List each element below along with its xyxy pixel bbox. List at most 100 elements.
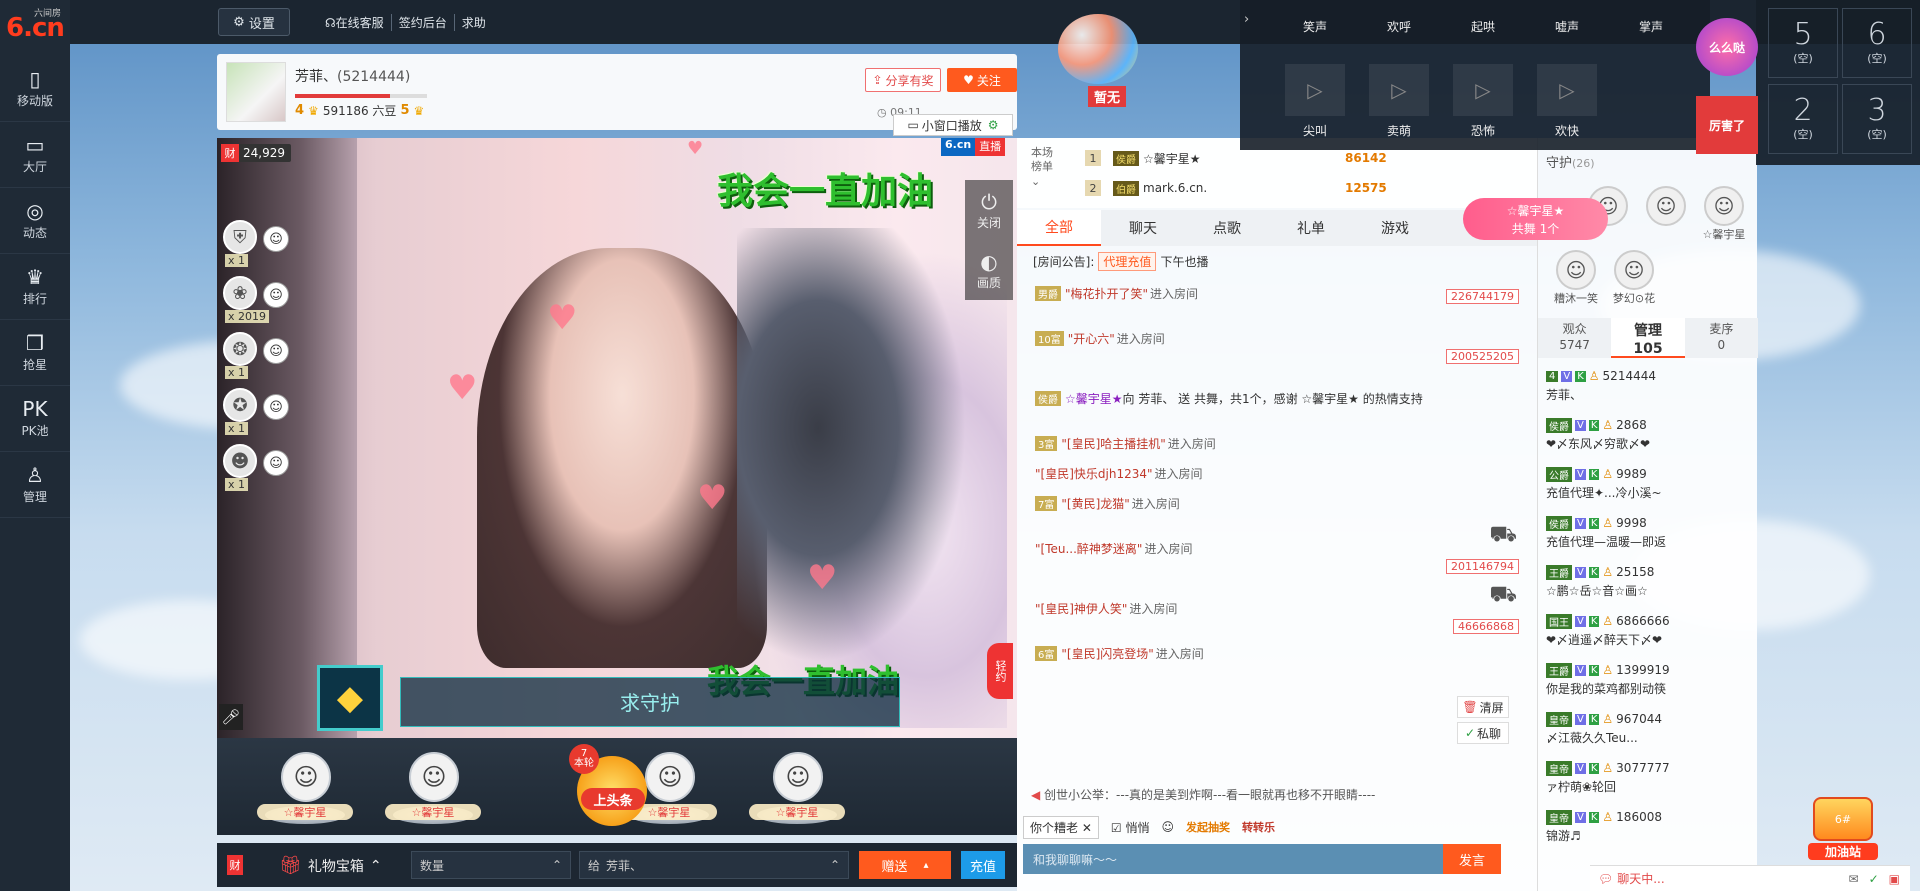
user-list-item[interactable]: 公爵 V K ♙ 9989 充值代理✦...冷小溪~ xyxy=(1546,464,1746,513)
message-uid[interactable]: 201146794 xyxy=(1446,559,1519,574)
message-uid[interactable]: 46666868 xyxy=(1453,619,1519,634)
user-tab-2[interactable]: 麦序 0 xyxy=(1685,318,1758,358)
sound-effect[interactable]: 起哄 xyxy=(1448,18,1518,35)
fuel-station[interactable]: 6# 加油站 xyxy=(1808,797,1878,861)
sticker-awesome[interactable]: 厉害了 xyxy=(1696,96,1758,154)
avatar[interactable]: ☺ xyxy=(263,338,289,364)
chat-message[interactable]: 7富 "[黄民]龙猫" 进入房间 xyxy=(1027,488,1527,518)
announce-tag[interactable]: 代理充值 xyxy=(1098,252,1157,271)
user-tab-0[interactable]: 观众 5747 xyxy=(1538,318,1611,358)
gift-rank-item[interactable]: ❂ x 1 ☺ xyxy=(217,328,297,384)
sound-effect[interactable]: ▷ 恐怖 xyxy=(1448,64,1518,139)
chat-tab-4[interactable]: 游戏 xyxy=(1353,210,1437,246)
message-uid[interactable]: 226744179 xyxy=(1446,289,1519,304)
chat-message[interactable]: "[皇民]快乐djh1234" 进入房间 xyxy=(1027,458,1527,488)
quantity-input[interactable]: 数量 ⌃ xyxy=(411,851,571,879)
microphone-icon[interactable]: 🎤︎ xyxy=(219,704,243,730)
user-list-item[interactable]: 皇帝 V K ♙ 186008 锦游♬ xyxy=(1546,807,1746,856)
mic-slot[interactable]: 2 (空) xyxy=(1768,84,1838,154)
chat-tab-0[interactable]: 全部 xyxy=(1017,210,1101,246)
chat-input[interactable]: 和我聊聊嘛～～ xyxy=(1023,844,1443,874)
rank-row[interactable]: 2 伯爵 mark.6.cn. 12575 xyxy=(1085,174,1415,202)
gift-rank-item[interactable]: ☻ x 1 ☺ xyxy=(217,440,297,496)
user-list-item[interactable]: 4 V K ♙ 5214444 芳菲、 xyxy=(1546,366,1746,415)
sound-effect[interactable]: 掌声 xyxy=(1616,18,1686,35)
mic-slot[interactable]: 3 (空) xyxy=(1842,84,1912,154)
chat-message[interactable]: "[Teu...醉神梦迷离" 进入房间 ⛟ 201146794 xyxy=(1027,518,1527,578)
gift-rank-item[interactable]: ⛨ x 1 ☺ xyxy=(217,216,297,272)
message-user[interactable]: "开心六" xyxy=(1068,330,1115,347)
video-control-1[interactable]: ◐ 画质 xyxy=(965,240,1013,300)
send-message-button[interactable]: 发言 xyxy=(1443,844,1501,874)
nav-item-3[interactable]: ♛ 排行 xyxy=(0,254,70,320)
nav-item-6[interactable]: ♙ 管理 xyxy=(0,452,70,518)
user-list-item[interactable]: 侯爵 V K ♙ 2868 ❤〆东风〆穷歌〆❤ xyxy=(1546,415,1746,464)
customer-service-link[interactable]: ☊在线客服 xyxy=(318,14,392,31)
check-icon[interactable]: ✓ xyxy=(1869,872,1879,886)
avatar[interactable]: ☺ xyxy=(263,394,289,420)
anchor-avatar[interactable] xyxy=(226,62,286,122)
mic-slot[interactable]: 5 (空) xyxy=(1768,8,1838,78)
message-user[interactable]: "[黄民]龙猫" xyxy=(1061,495,1129,512)
recharge-button[interactable]: 充值 xyxy=(961,851,1005,879)
help-link[interactable]: 求助 xyxy=(455,14,493,31)
chat-message[interactable]: "[皇民]神伊人笑" 进入房间 ⛟ 46666868 xyxy=(1027,578,1527,638)
spin-button[interactable]: 转转乐 xyxy=(1242,819,1275,835)
user-list-item[interactable]: 皇帝 V K ♙ 3077777 ァ柠萌❀轮回 xyxy=(1546,758,1746,807)
quiet-checkbox[interactable]: ☑ 悄悄 xyxy=(1111,819,1150,836)
seat-3[interactable]: ☺ ☆馨宇星 xyxy=(749,748,845,828)
user-list-item[interactable]: 侯爵 V K ♙ 9998 充值代理—温暖—即返 xyxy=(1546,513,1746,562)
message-user[interactable]: "[皇民]闪亮登场" xyxy=(1061,645,1153,662)
gift-box-button[interactable]: 🎁︎ 礼物宝箱 ⌃ xyxy=(279,855,382,876)
video-control-0[interactable]: ⏻ 关闭 xyxy=(965,180,1013,240)
nav-item-0[interactable]: ▯ 移动版 xyxy=(0,56,70,122)
clear-screen-button[interactable]: 🗑︎ 清屏 xyxy=(1457,696,1509,718)
avatar[interactable]: ☺ xyxy=(263,282,289,308)
lottery-button[interactable]: 发起抽奖 xyxy=(1186,819,1230,835)
user-list-item[interactable]: 王爵 V K ♙ 25158 ☆鹏☆岳☆音☆画☆ xyxy=(1546,562,1746,611)
avatar[interactable]: ☺ xyxy=(263,226,289,252)
settings-button[interactable]: ⚙ 设置 xyxy=(218,8,290,36)
share-button[interactable]: ⇪ 分享有奖 xyxy=(865,68,941,92)
user-tab-1[interactable]: 管理 105 xyxy=(1611,318,1685,358)
sound-effect[interactable]: ▷ 尖叫 xyxy=(1280,64,1350,139)
emoji-icon[interactable]: ☺ xyxy=(1162,820,1175,834)
chatting-status[interactable]: 💬︎ 聊天中... xyxy=(1598,870,1665,887)
avatar[interactable]: ☺ xyxy=(263,450,289,476)
message-user[interactable]: "[皇民]快乐djh1234" xyxy=(1035,465,1153,482)
chat-target-select[interactable]: 你个糟老 ✕ xyxy=(1023,815,1099,839)
mail-icon[interactable]: ✉ xyxy=(1849,872,1859,886)
guard-avatar[interactable]: ☺ 梦幻⊙花 xyxy=(1610,250,1658,306)
gear-icon[interactable]: ⚙ xyxy=(988,118,999,132)
headline-button[interactable]: 7 本轮 上头条 xyxy=(569,744,655,830)
nav-item-5[interactable]: PK PK池 xyxy=(0,386,70,452)
vip-gift-notice[interactable]: ☆馨宇星★ 共舞 1个 xyxy=(1463,198,1608,240)
sound-effect[interactable]: ▷ 欢快 xyxy=(1532,64,1602,139)
seat-0[interactable]: ☺ ☆馨宇星 xyxy=(257,748,353,828)
message-user[interactable]: "[皇民]哈主播挂机" xyxy=(1061,435,1165,452)
nav-item-2[interactable]: ◎ 动态 xyxy=(0,188,70,254)
gift-side-tab[interactable]: 轻约 xyxy=(987,643,1013,699)
gift-rank-item[interactable]: ✪ x 1 ☺ xyxy=(217,384,297,440)
message-uid[interactable]: 200525205 xyxy=(1446,349,1519,364)
video-player[interactable]: ♥ ♥ ♥ ♥ ♥ 我会一直加油 我会一直加油 24,929 6.cn 直播 ⏻… xyxy=(217,138,1017,738)
sound-effect[interactable]: 欢呼 xyxy=(1364,18,1434,35)
site-logo[interactable]: 六间房 6.cn xyxy=(0,0,70,56)
lottery-balloon[interactable]: 暂无 xyxy=(1058,14,1144,107)
chat-icon[interactable]: ▣ xyxy=(1889,872,1900,886)
user-list-item[interactable]: 王爵 V K ♙ 1399919 你是我的菜鸡都别动筷 xyxy=(1546,660,1746,709)
message-user[interactable]: "[Teu...醉神梦迷离" xyxy=(1035,540,1142,557)
sound-effect[interactable]: 笑声 xyxy=(1280,18,1350,35)
user-list-item[interactable]: 国王 V K ♙ 6866666 ❤〆逍遥〆醉天下〆❤ xyxy=(1546,611,1746,660)
chat-messages[interactable]: 男爵 "梅花扑开了笑" 进入房间 226744179 10富 "开心六" 进入房间 20052… xyxy=(1027,278,1527,668)
chat-tab-1[interactable]: 聊天 xyxy=(1101,210,1185,246)
chat-message[interactable]: 10富 "开心六" 进入房间 200525205 xyxy=(1027,308,1527,368)
user-list-item[interactable]: 皇帝 V K ♙ 967044 〆江薇久久Teu... xyxy=(1546,709,1746,758)
message-user[interactable]: "[皇民]神伊人笑" xyxy=(1035,600,1127,617)
send-gift-button[interactable]: 赠送 ▴ xyxy=(859,851,951,879)
chat-tab-2[interactable]: 点歌 xyxy=(1185,210,1269,246)
message-user[interactable]: ☆馨宇星★ xyxy=(1065,390,1123,407)
chat-message[interactable]: 侯爵 ☆馨宇星★ 向 芳菲、 送 共舞，共1个，感谢 ☆馨宇星★ 的热情支持 xyxy=(1027,368,1527,428)
guard-avatar[interactable]: ☺ xyxy=(1642,186,1690,226)
sound-effect[interactable]: 嘘声 xyxy=(1532,18,1602,35)
